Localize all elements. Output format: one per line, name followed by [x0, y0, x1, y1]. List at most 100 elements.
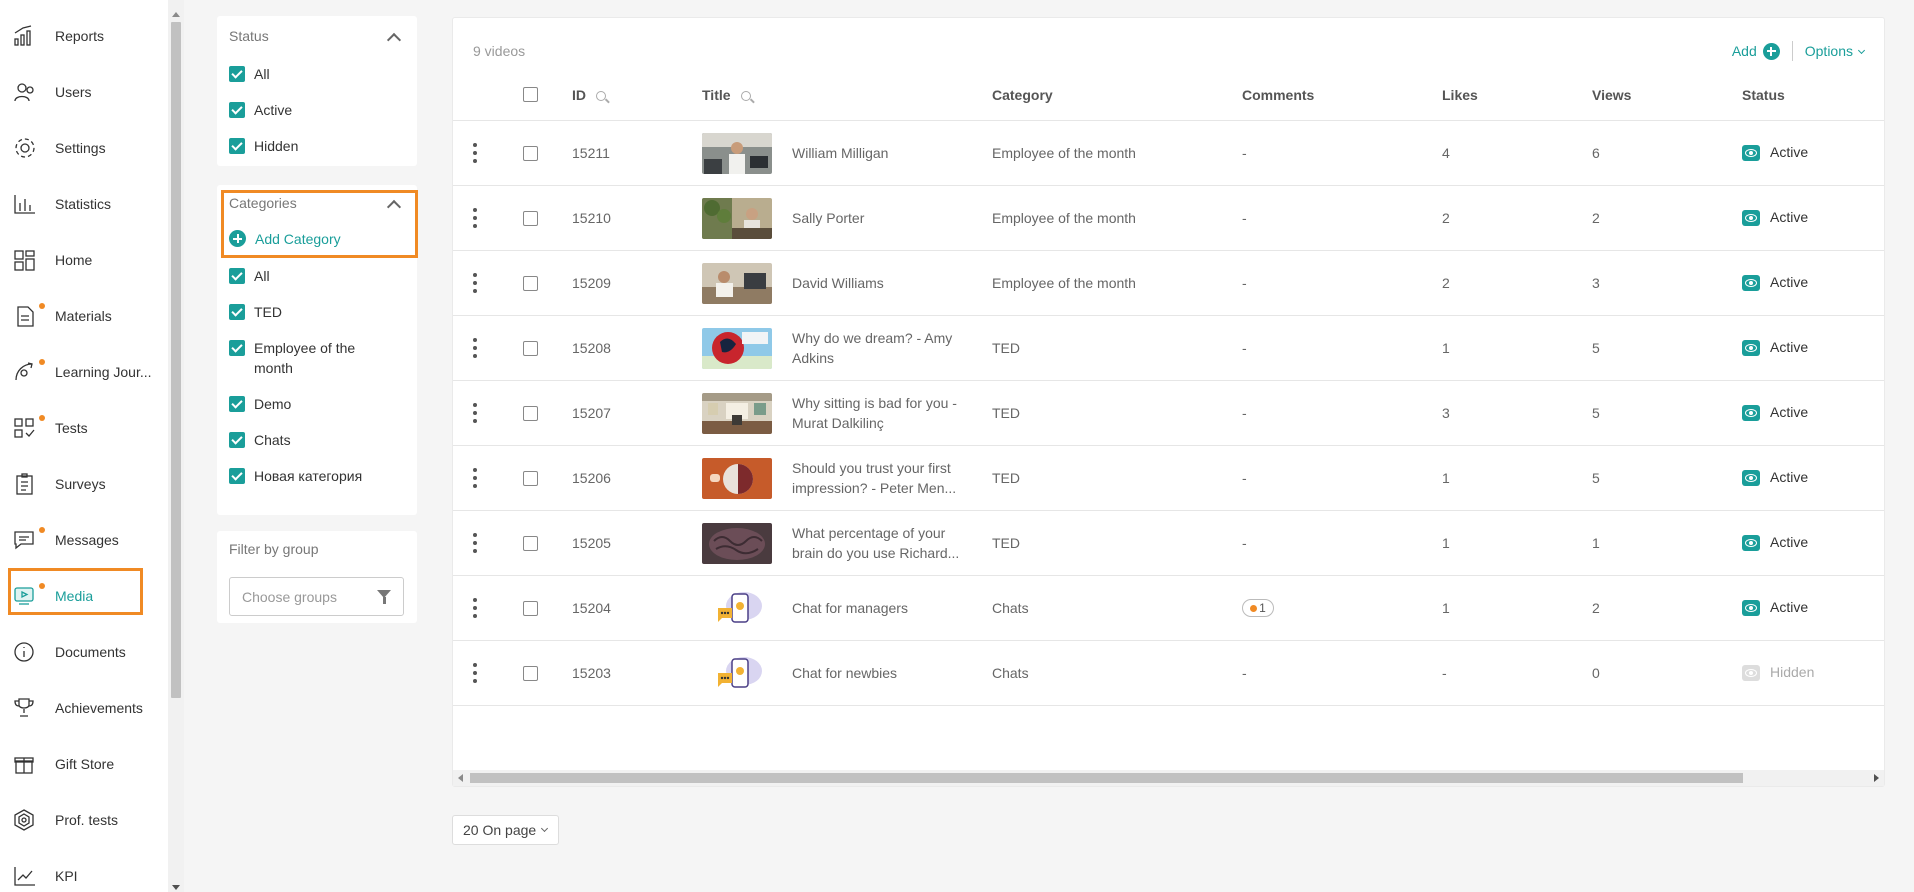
checkbox-checked[interactable]: [229, 304, 245, 320]
column-header-likes[interactable]: Likes: [1442, 87, 1478, 103]
per-page-select[interactable]: 20 On page: [452, 815, 559, 845]
search-icon[interactable]: [740, 91, 751, 102]
sidebar-item-materials[interactable]: Materials: [0, 294, 168, 338]
checkbox-checked[interactable]: [229, 432, 245, 448]
table-row[interactable]: 15209 David Williams Employee of the month…: [453, 251, 1884, 316]
horizontal-scrollbar-thumb[interactable]: [470, 773, 1743, 783]
category-option-demo[interactable]: Demo: [229, 394, 364, 414]
row-menu-icon[interactable]: [473, 143, 477, 163]
video-thumbnail[interactable]: [702, 133, 772, 174]
sidebar-item-prof-tests[interactable]: Prof. tests: [0, 798, 168, 842]
row-menu-icon[interactable]: [473, 208, 477, 228]
table-row[interactable]: 15208 Why do we dream? - Amy Adkins TED - 1 5…: [453, 316, 1884, 381]
eye-icon[interactable]: [1742, 535, 1760, 551]
row-menu-icon[interactable]: [473, 403, 477, 423]
table-row[interactable]: 15206 Should you trust your first impress…: [453, 446, 1884, 511]
chevron-up-icon[interactable]: [386, 32, 402, 48]
category-option-new[interactable]: Новая категория: [229, 466, 364, 486]
sidebar-item-tests[interactable]: Tests: [0, 406, 168, 450]
scroll-left-arrow[interactable]: [458, 774, 463, 782]
row-menu-icon[interactable]: [473, 468, 477, 488]
video-thumbnail[interactable]: [702, 263, 772, 304]
checkbox-checked[interactable]: [229, 396, 245, 412]
eye-off-icon[interactable]: [1742, 665, 1760, 681]
video-thumbnail[interactable]: [702, 328, 772, 369]
column-header-category[interactable]: Category: [992, 87, 1053, 103]
column-header-title[interactable]: Title: [702, 87, 751, 103]
table-row[interactable]: 15211 William Milligan Employee of the mon…: [453, 121, 1884, 186]
title-link[interactable]: Chat for newbies: [792, 663, 962, 683]
add-button[interactable]: Add: [1732, 42, 1780, 60]
checkbox-checked[interactable]: [229, 138, 245, 154]
sidebar-item-statistics[interactable]: Statistics: [0, 182, 168, 226]
row-menu-icon[interactable]: [473, 533, 477, 553]
options-dropdown[interactable]: Options: [1805, 43, 1866, 59]
sidebar-item-achievements[interactable]: Achievements: [0, 686, 168, 730]
sidebar-item-home[interactable]: Home: [0, 238, 168, 282]
horizontal-scrollbar[interactable]: [453, 770, 1884, 786]
checkbox-checked[interactable]: [229, 268, 245, 284]
select-all-checkbox[interactable]: [523, 87, 538, 102]
eye-icon[interactable]: [1742, 210, 1760, 226]
search-icon[interactable]: [596, 91, 606, 102]
checkbox-checked[interactable]: [229, 340, 245, 356]
video-thumbnail[interactable]: [702, 523, 772, 564]
eye-icon[interactable]: [1742, 405, 1760, 421]
title-link[interactable]: David Williams: [792, 273, 962, 293]
sidebar-item-messages[interactable]: Messages: [0, 518, 168, 562]
row-checkbox[interactable]: [523, 276, 538, 291]
table-row[interactable]: 15210 Sally Porter Employee of the month - 2…: [453, 186, 1884, 251]
row-menu-icon[interactable]: [473, 273, 477, 293]
comments-badge[interactable]: 1: [1242, 599, 1274, 617]
sidebar-item-users[interactable]: Users: [0, 70, 168, 114]
row-checkbox[interactable]: [523, 666, 538, 681]
table-row[interactable]: 15207 Why sitting is bad for you - Murat …: [453, 381, 1884, 446]
eye-icon[interactable]: [1742, 470, 1760, 486]
column-header-comments[interactable]: Comments: [1242, 87, 1314, 103]
title-link[interactable]: What percentage of your brain do you use…: [792, 523, 962, 563]
video-thumbnail[interactable]: [702, 198, 772, 239]
sidebar-item-learning-jour[interactable]: Learning Jour...: [0, 350, 168, 394]
column-header-status[interactable]: Status: [1742, 87, 1785, 103]
status-option-hidden[interactable]: Hidden: [229, 136, 364, 156]
eye-icon[interactable]: [1742, 340, 1760, 356]
checkbox-checked[interactable]: [229, 66, 245, 82]
title-link[interactable]: Sally Porter: [792, 208, 962, 228]
row-checkbox[interactable]: [523, 211, 538, 226]
sidebar-item-documents[interactable]: Documents: [0, 630, 168, 674]
eye-icon[interactable]: [1742, 145, 1760, 161]
row-checkbox[interactable]: [523, 146, 538, 161]
sidebar-item-surveys[interactable]: Surveys: [0, 462, 168, 506]
row-checkbox[interactable]: [523, 406, 538, 421]
row-menu-icon[interactable]: [473, 598, 477, 618]
scroll-down-arrow[interactable]: [172, 885, 180, 890]
row-checkbox[interactable]: [523, 536, 538, 551]
video-thumbnail[interactable]: [702, 653, 772, 694]
scroll-right-arrow[interactable]: [1874, 774, 1879, 782]
eye-icon[interactable]: [1742, 275, 1760, 291]
scroll-up-arrow[interactable]: [172, 12, 180, 17]
title-link[interactable]: Why sitting is bad for you - Murat Dalki…: [792, 393, 962, 433]
title-link[interactable]: William Milligan: [792, 143, 962, 163]
category-option-all[interactable]: All: [229, 266, 364, 286]
row-checkbox[interactable]: [523, 601, 538, 616]
video-thumbnail[interactable]: [702, 393, 772, 434]
checkbox-checked[interactable]: [229, 102, 245, 118]
choose-groups-input[interactable]: Choose groups: [229, 577, 404, 616]
title-link[interactable]: Chat for managers: [792, 598, 962, 618]
category-option-ted[interactable]: TED: [229, 302, 364, 322]
sidebar-scrollbar[interactable]: [168, 0, 184, 892]
column-header-views[interactable]: Views: [1592, 87, 1631, 103]
category-option-chats[interactable]: Chats: [229, 430, 364, 450]
sidebar-item-settings[interactable]: Settings: [0, 126, 168, 170]
table-row[interactable]: 15203 Chat for newbies Chats - - 0 Hidden: [453, 641, 1884, 706]
status-option-all[interactable]: All: [229, 64, 364, 84]
title-link[interactable]: Why do we dream? - Amy Adkins: [792, 328, 962, 368]
filter-funnel-icon[interactable]: [377, 590, 391, 604]
sidebar-item-reports[interactable]: Reports: [0, 14, 168, 58]
row-menu-icon[interactable]: [473, 663, 477, 683]
sidebar-item-gift-store[interactable]: Gift Store: [0, 742, 168, 786]
title-link[interactable]: Should you trust your first impression? …: [792, 458, 962, 498]
video-thumbnail[interactable]: [702, 458, 772, 499]
checkbox-checked[interactable]: [229, 468, 245, 484]
